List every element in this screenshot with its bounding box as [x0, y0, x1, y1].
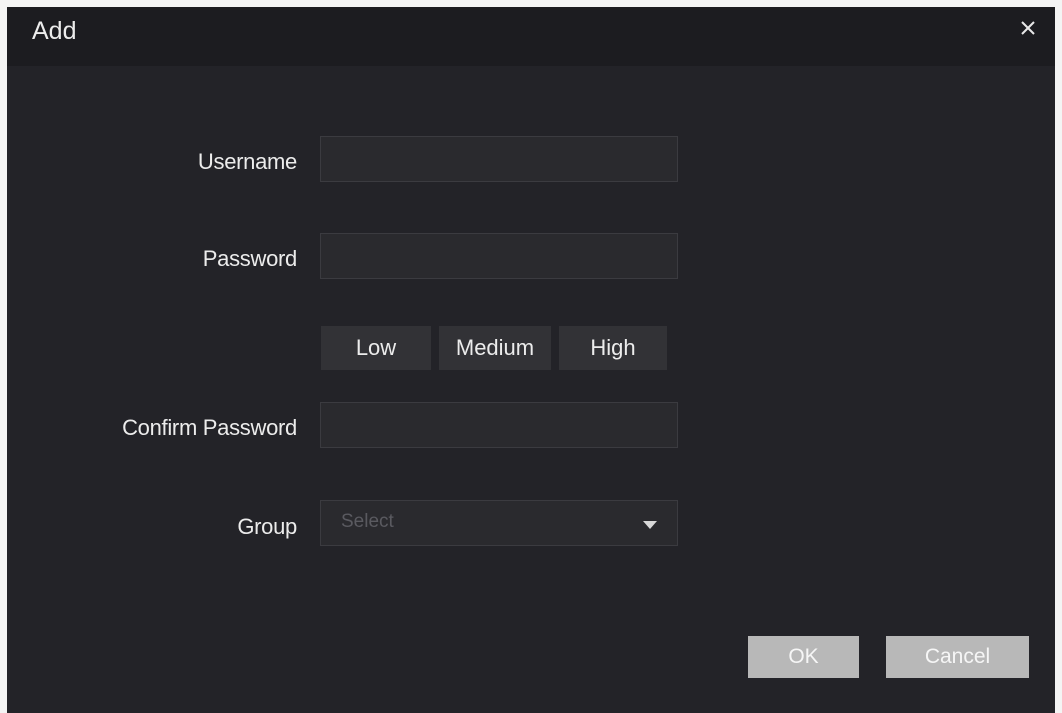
dialog-title: Add: [32, 17, 77, 45]
group-select-placeholder: Select: [341, 511, 394, 532]
password-strength-medium: Medium: [439, 326, 551, 370]
dialog-titlebar: Add: [7, 7, 1055, 66]
cancel-button[interactable]: Cancel: [886, 636, 1029, 678]
group-label: Group: [237, 514, 297, 539]
confirm-password-field[interactable]: [320, 402, 678, 448]
chevron-down-icon: [643, 521, 657, 529]
username-label: Username: [197, 149, 297, 174]
password-strength-low: Low: [321, 326, 431, 370]
confirm-password-label: Confirm Password: [122, 415, 297, 440]
password-label: Password: [202, 246, 298, 271]
ok-button[interactable]: OK: [748, 636, 859, 678]
password-strength-high: High: [559, 326, 667, 370]
password-field[interactable]: [320, 233, 678, 279]
username-field[interactable]: [320, 136, 678, 182]
add-user-dialog: Add Username Password Low Medium High Co…: [0, 0, 1062, 713]
close-icon[interactable]: [1015, 15, 1041, 41]
group-select[interactable]: Select: [320, 500, 678, 546]
